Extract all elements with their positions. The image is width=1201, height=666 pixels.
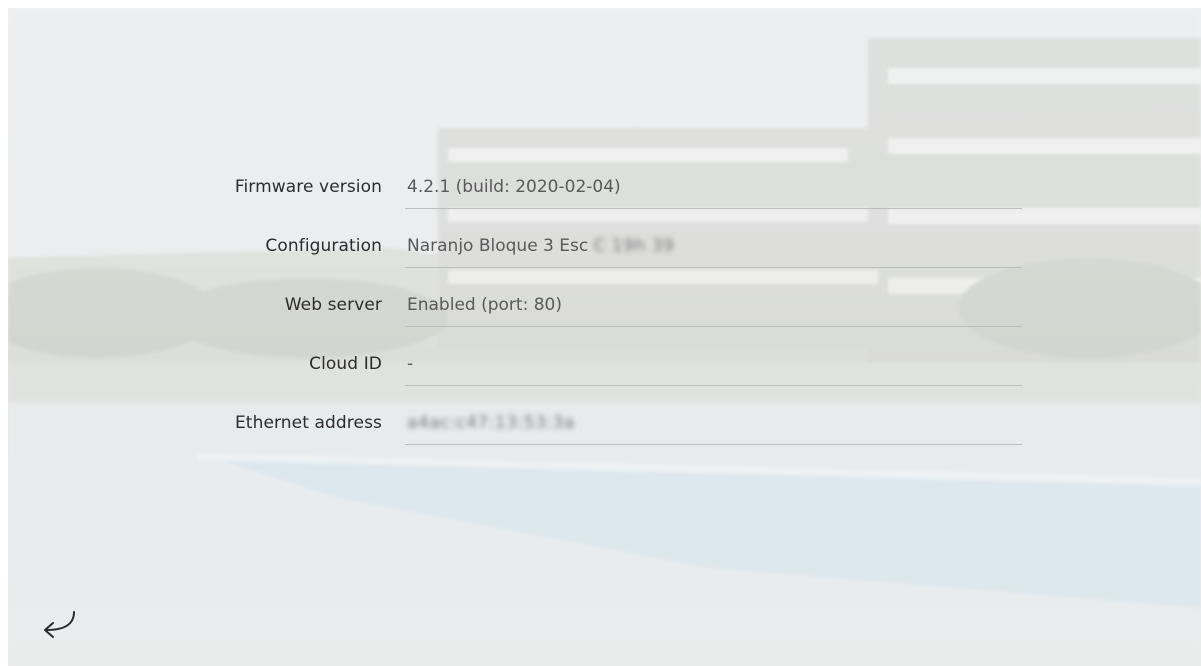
divider — [405, 208, 1022, 209]
cloud-id-row: Cloud ID - — [8, 340, 1201, 399]
divider — [405, 444, 1022, 445]
device-info-panel: Firmware version 4.2.1 (build: 2020-02-0… — [8, 163, 1201, 458]
configuration-label: Configuration — [265, 236, 382, 256]
divider — [405, 267, 1022, 268]
configuration-value: Naranjo Bloque 3 Esc — [407, 236, 594, 256]
configuration-redacted-text: C 19h 39 — [593, 236, 675, 256]
divider — [405, 385, 1022, 386]
cloud-id-value: - — [407, 354, 414, 374]
ethernet-address-value-wrapper: a4ac:c47:13:53:3a — [407, 413, 575, 433]
ethernet-address-label: Ethernet address — [234, 413, 382, 433]
web-server-label: Web server — [284, 295, 382, 315]
firmware-version-label: Firmware version — [234, 177, 382, 197]
configuration-row: Configuration Naranjo Bloque 3 Esc C 19h… — [8, 222, 1201, 281]
ethernet-address-redacted-text: a4ac:c47:13:53:3a — [407, 413, 575, 433]
return-arrow-icon — [44, 611, 75, 638]
configuration-value-wrapper: Naranjo Bloque 3 Esc C 19h 39 — [407, 236, 674, 256]
firmware-version-row: Firmware version 4.2.1 (build: 2020-02-0… — [8, 163, 1201, 222]
device-info-screen: Firmware version 4.2.1 (build: 2020-02-0… — [8, 8, 1201, 666]
cloud-id-label: Cloud ID — [309, 354, 382, 374]
divider — [405, 326, 1022, 327]
web-server-row: Web server Enabled (port: 80) — [8, 281, 1201, 340]
web-server-value: Enabled (port: 80) — [407, 295, 562, 315]
back-button[interactable] — [32, 606, 80, 642]
ethernet-address-row: Ethernet address a4ac:c47:13:53:3a — [8, 399, 1201, 458]
firmware-version-value: 4.2.1 (build: 2020-02-04) — [407, 177, 621, 197]
